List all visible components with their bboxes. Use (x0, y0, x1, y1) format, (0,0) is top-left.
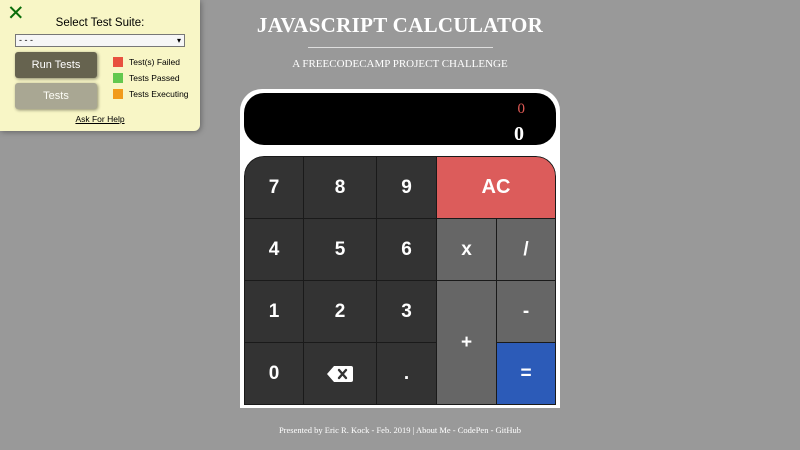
about-me-link[interactable]: About Me (416, 425, 451, 435)
github-link[interactable]: GitHub (496, 425, 522, 435)
backspace-icon (327, 365, 353, 382)
key-six[interactable]: 6 (376, 218, 437, 281)
key-four[interactable]: 4 (244, 218, 304, 281)
backspace-button[interactable] (303, 342, 377, 405)
decimal-button[interactable]: . (376, 342, 437, 405)
legend-label: Tests Passed (129, 73, 180, 83)
formula-display: 0 (517, 101, 526, 117)
legend-passed: Tests Passed (113, 73, 180, 83)
divide-button[interactable]: / (496, 218, 556, 281)
footer: Presented by Eric R. Kock - Feb. 2019 | … (0, 425, 800, 435)
key-seven[interactable]: 7 (244, 156, 304, 219)
key-one[interactable]: 1 (244, 280, 304, 343)
clear-button[interactable]: AC (436, 156, 556, 219)
multiply-button[interactable]: x (436, 218, 497, 281)
codepen-link[interactable]: CodePen (458, 425, 489, 435)
legend-executing: Tests Executing (113, 89, 189, 99)
calculator: 0 0 7 8 9 AC 4 5 6 x / 1 2 3 + - 0 . = (240, 89, 560, 408)
subtract-button[interactable]: - (496, 280, 556, 343)
add-button[interactable]: + (436, 280, 497, 405)
executing-swatch (113, 89, 123, 99)
key-eight[interactable]: 8 (303, 156, 377, 219)
page-title: JAVASCRIPT CALCULATOR (256, 13, 544, 37)
key-five[interactable]: 5 (303, 218, 377, 281)
footer-credit: Presented by Eric R. Kock - Feb. 2019 (278, 425, 411, 435)
key-nine[interactable]: 9 (376, 156, 437, 219)
key-two[interactable]: 2 (303, 280, 377, 343)
page-subtitle: A FREECODECAMP PROJECT CHALLENGE (292, 58, 508, 70)
output-display: 0 (514, 123, 524, 145)
legend-label: Tests Executing (129, 89, 189, 99)
keypad: 7 8 9 AC 4 5 6 x / 1 2 3 + - 0 . = (244, 156, 556, 405)
title-divider (308, 47, 493, 48)
tests-button[interactable]: Tests (15, 83, 97, 109)
key-zero[interactable]: 0 (244, 342, 304, 405)
calculator-display: 0 0 (244, 93, 556, 145)
key-three[interactable]: 3 (376, 280, 437, 343)
footer-separator: - (450, 425, 458, 435)
footer-separator: - (488, 425, 496, 435)
equals-button[interactable]: = (496, 342, 556, 405)
ask-for-help-link[interactable]: Ask For Help (0, 114, 200, 124)
passed-swatch (113, 73, 123, 83)
